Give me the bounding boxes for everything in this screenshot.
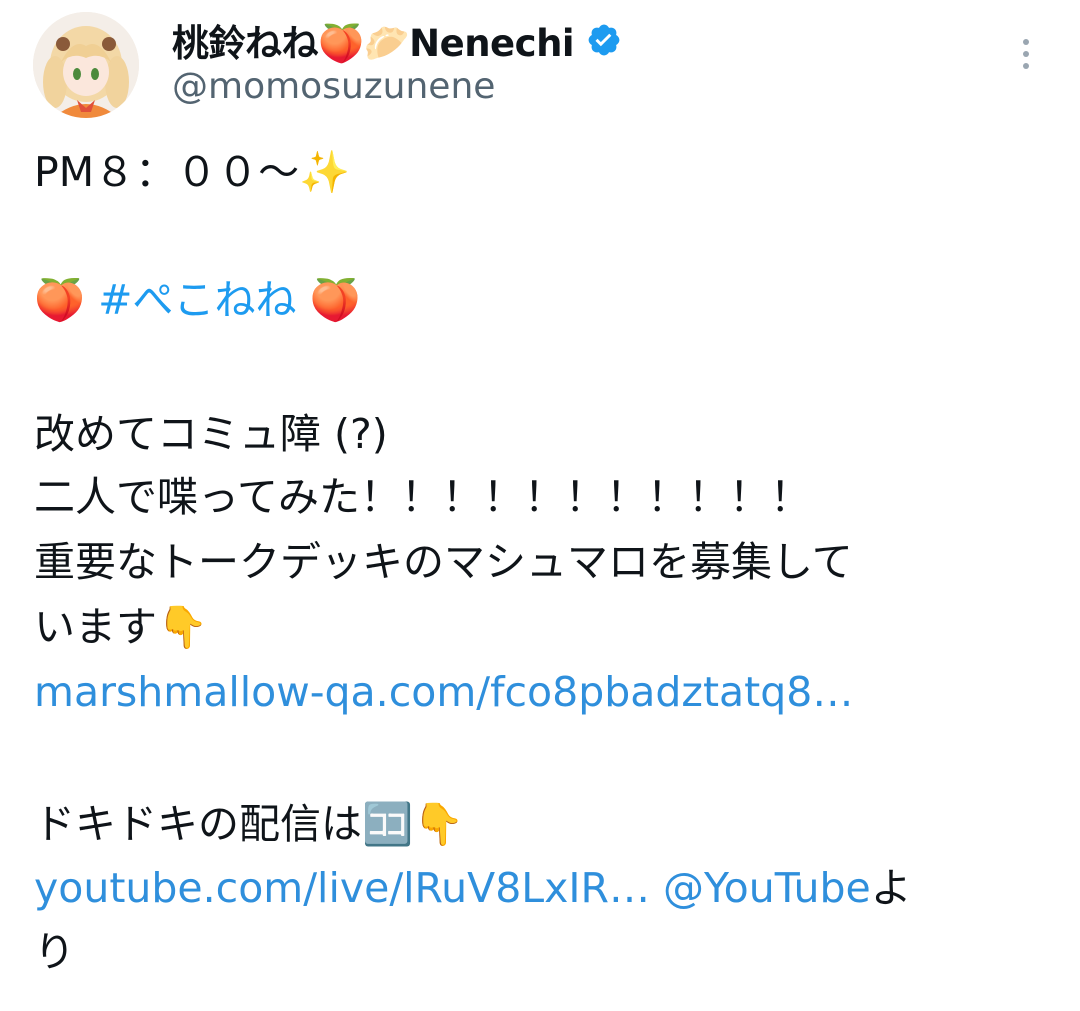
verified-badge-icon [588,24,620,56]
tweet-time-line: PM８：００～✨ [34,148,351,196]
hashtag-line: 🍑 #ぺこねね 🍑 [34,270,361,330]
display-name-text[interactable]: 桃鈴ねね🍑🥟Nenechi [172,13,575,67]
youtube-mention[interactable]: @YouTube [663,864,871,912]
tweet-line-3: 重要なトークデッキのマシュマロを募集して [34,538,853,586]
handle[interactable]: @momosuzunene [172,66,495,107]
display-name[interactable]: 桃鈴ねね🍑🥟Nenechi [172,13,622,67]
tweet[interactable]: 桃鈴ねね🍑🥟Nenechi @momosuzunene PM８：００～✨ 🍑 #… [0,0,1080,1011]
youtube-suffix: よ [870,864,912,912]
tweet-line-4: います👇 [34,603,209,651]
tweet-line-6: り [34,928,75,976]
youtube-line: youtube.com/live/lRuV8LxIR… @YouTubeよ [34,858,912,918]
more-vertical-icon[interactable] [1016,36,1036,72]
youtube-link[interactable]: youtube.com/live/lRuV8LxIR… [34,864,650,912]
tweet-line-5: ドキドキの配信は🈁👇 [34,800,465,848]
peach-emoji: 🍑 [309,276,361,324]
avatar[interactable] [33,12,139,118]
tweet-line-1: 改めてコミュ障 (?) [34,410,388,458]
hashtag-link[interactable]: #ぺこねね [98,276,296,324]
marshmallow-link[interactable]: marshmallow-qa.com/fco8pbadztatq8… [34,662,853,722]
tweet-line-2: 二人で喋ってみた！！！！！！！！！！！ [34,473,811,521]
peach-emoji: 🍑 [34,276,86,324]
